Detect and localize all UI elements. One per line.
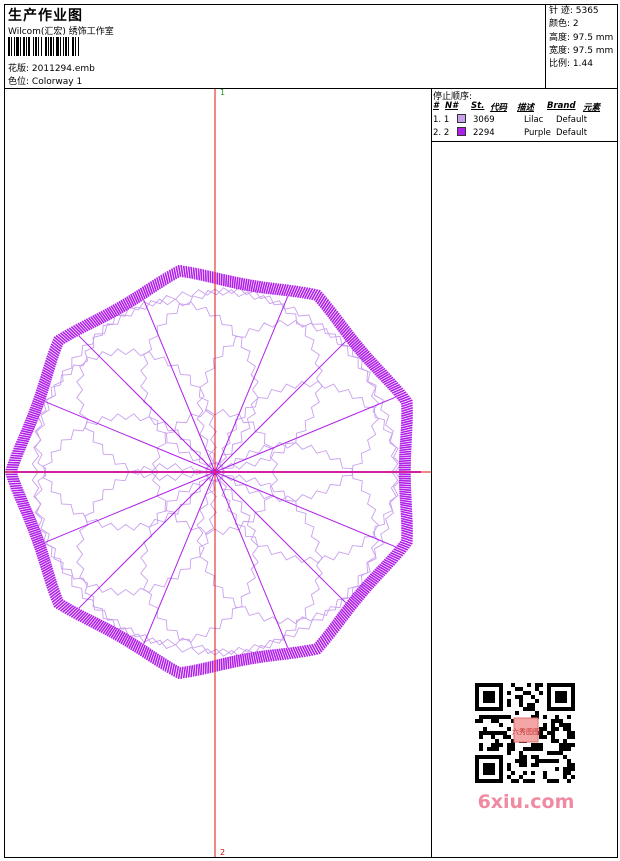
page-title: 生产作业图 (8, 8, 83, 24)
header-st: St. (471, 101, 485, 111)
header-element: 元素 (583, 103, 601, 113)
header-desc: 描述 (517, 103, 535, 113)
file-name: 2011294.emb (31, 64, 95, 74)
header-hash: # (433, 101, 439, 111)
qr-badge-text: 六秀图图 (512, 727, 540, 736)
thread-code: 3069 (473, 114, 495, 125)
sidebar-divider (431, 88, 432, 858)
sequence-row: 2. 2 2294 Purple Default (433, 126, 617, 139)
spec-colors: 颜色: 2 (549, 19, 579, 30)
thread-code: 2294 (473, 127, 495, 138)
axis-start-label: 1 (220, 88, 226, 97)
header-brand: Brand (547, 101, 576, 111)
thread-swatch (457, 126, 473, 139)
spec-stitches: 针 迹: 5365 (549, 6, 599, 16)
stop-sequence-table: # N# St. 代码 描述 Brand 元素 1. 1 3069 Lilac … (433, 101, 617, 139)
thread-brand: Default (556, 127, 588, 138)
watermark-text: 6xiu.com (478, 791, 575, 810)
sequence-rule (431, 141, 618, 142)
spec-scale: 比例: 1.44 (549, 59, 593, 70)
header-code: 代码 (490, 103, 508, 113)
sequence-row: 1. 1 3069 Lilac Default (433, 113, 617, 126)
file-info: 花版: 2011294.emb (8, 61, 95, 74)
colorway-name: Colorway 1 (31, 77, 83, 87)
thread-desc: Lilac (524, 114, 544, 125)
axis-end-label: 2 (220, 848, 226, 857)
qr-code: 六秀图图 6xiu.com (475, 683, 575, 810)
spec-width: 宽度: 97.5 mm (549, 45, 614, 56)
thread-desc: Purple (524, 127, 551, 138)
header-number: N# (445, 101, 459, 111)
sequence-header-row: # N# St. 代码 描述 Brand 元素 (433, 101, 617, 113)
colorway-info: 色位: Colorway 1 (8, 74, 82, 87)
barcode (8, 37, 80, 56)
company-name: Wilcom(汇宏) 绣饰工作室 (8, 27, 114, 37)
row-index: 1. 1 (433, 114, 450, 125)
header-divider (545, 4, 546, 89)
embroidery-design (5, 89, 431, 857)
thread-swatch (457, 113, 473, 126)
spec-height: 高度: 97.5 mm (549, 32, 614, 43)
thread-brand: Default (556, 114, 588, 125)
colorway-label: 色位: (8, 77, 30, 87)
file-label: 花版: (8, 64, 30, 74)
row-index: 2. 2 (433, 127, 450, 138)
design-specs: 针 迹: 5365 颜色: 2 高度: 97.5 mm 宽度: 97.5 mm … (549, 5, 613, 71)
